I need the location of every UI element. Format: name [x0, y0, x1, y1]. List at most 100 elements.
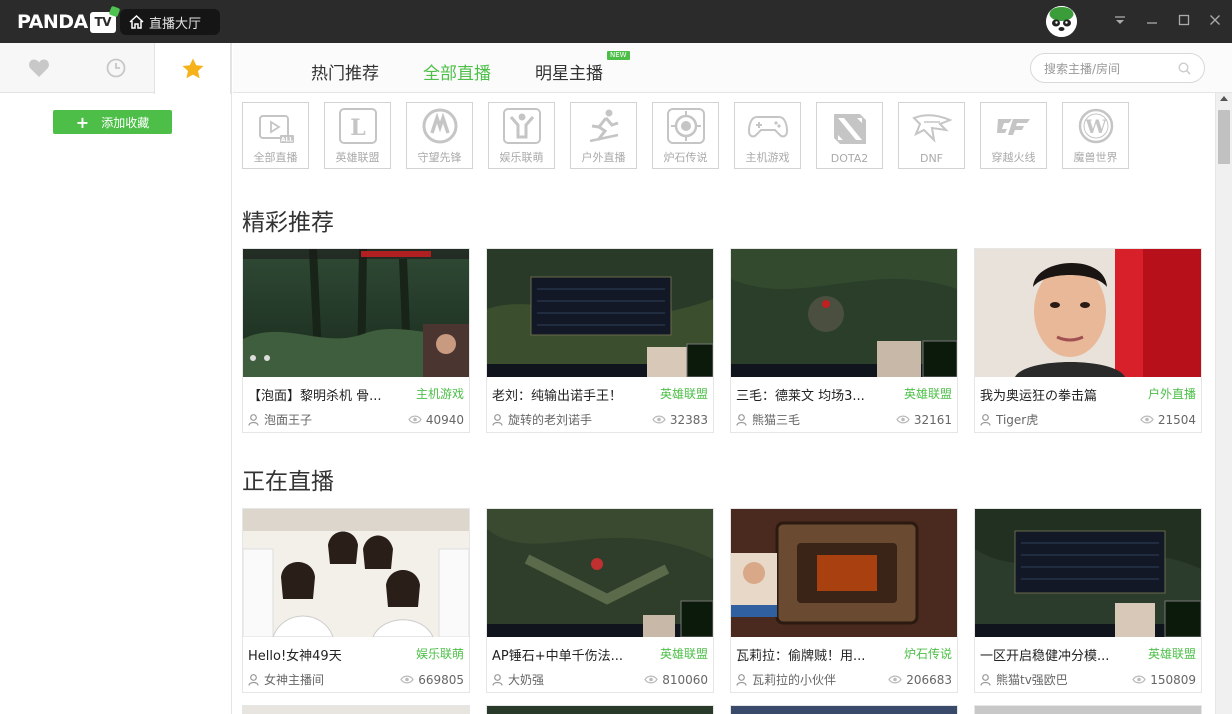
stream-card[interactable]: Hello!女神49天 娱乐联萌 女神主播间 669805 — [242, 508, 470, 693]
stream-category[interactable]: 娱乐联萌 — [416, 645, 464, 664]
stream-title: 瓦莉拉：偷牌贼！用... — [736, 649, 866, 664]
stream-thumbnail[interactable] — [975, 509, 1201, 637]
stream-title: 我为奥运狂の拳击篇 — [980, 389, 1098, 404]
stream-thumbnail[interactable] — [975, 249, 1201, 377]
stream-title: AP锤石+中单千伤法... — [492, 649, 624, 664]
view-count: 206683 — [906, 672, 952, 687]
stream-card-partial[interactable] — [242, 705, 470, 714]
user-icon — [980, 413, 991, 426]
category-overwatch[interactable]: 守望先锋 — [406, 102, 473, 169]
tab-hot-recommend[interactable]: 热门推荐 — [311, 59, 379, 84]
category-hearthstone[interactable]: 炉石传说 — [652, 102, 719, 169]
main-content: ALL 全部直播 L 英雄联盟 守望先锋 娱乐联萌 户外直播 炉石传说 主机游戏… — [233, 93, 1215, 714]
top-nav: 热门推荐 全部直播 明星主播 NEW 搜索主播/房间 — [233, 43, 1232, 93]
host-name: 熊猫tv强欧巴 — [996, 673, 1068, 687]
stream-thumbnail[interactable] — [487, 249, 713, 377]
sidebar-tab-favorites[interactable] — [0, 43, 77, 93]
stream-category[interactable]: 主机游戏 — [416, 385, 464, 404]
maximize-icon[interactable] — [1172, 8, 1196, 32]
category-outdoor[interactable]: 户外直播 — [570, 102, 637, 169]
stream-category[interactable]: 英雄联盟 — [660, 385, 708, 404]
category-dota2[interactable]: DOTA2 — [816, 102, 883, 169]
eye-icon — [1132, 675, 1146, 684]
live-hall-button[interactable]: 直播大厅 — [120, 9, 220, 35]
sidebar-tab-starred[interactable] — [154, 43, 231, 94]
host-name: 熊猫三毛 — [752, 413, 801, 427]
stream-category[interactable]: 英雄联盟 — [1148, 645, 1196, 664]
stream-card-partial[interactable] — [486, 705, 714, 714]
minimize-icon[interactable] — [1140, 8, 1164, 32]
plus-icon: + — [75, 112, 90, 132]
stream-category[interactable]: 户外直播 — [1148, 385, 1196, 404]
stream-title: 【泡面】黎明杀机 骨... — [248, 389, 382, 404]
view-count: 32383 — [669, 412, 708, 427]
stream-thumbnail[interactable] — [243, 509, 469, 637]
stream-card[interactable]: 【泡面】黎明杀机 骨... 主机游戏 泡面王子 40940 — [242, 248, 470, 433]
stream-card[interactable]: 三毛：德莱文 均场3... 英雄联盟 熊猫三毛 32161 — [730, 248, 958, 433]
vertical-scrollbar[interactable] — [1215, 93, 1232, 714]
stream-card-partial[interactable] — [974, 705, 1202, 714]
overwatch-icon — [422, 108, 457, 144]
stream-category[interactable]: 英雄联盟 — [904, 385, 952, 404]
stream-card[interactable]: 我为奥运狂の拳击篇 户外直播 Tiger虎 21504 — [974, 248, 1202, 433]
live-hall-label: 直播大厅 — [149, 16, 202, 32]
entertainment-icon — [502, 108, 541, 144]
view-count: 669805 — [418, 672, 464, 687]
user-icon — [980, 673, 991, 686]
search-icon[interactable] — [1178, 62, 1191, 75]
category-all-live[interactable]: ALL 全部直播 — [242, 102, 309, 169]
featured-card-row: 【泡面】黎明杀机 骨... 主机游戏 泡面王子 40940 老刘：纯输出诺手王！… — [242, 248, 1202, 433]
add-favorite-button[interactable]: + 添加收藏 — [53, 110, 172, 134]
sidebar-tab-history[interactable] — [77, 43, 154, 93]
view-count: 32161 — [913, 412, 952, 427]
panda-tv-logo[interactable]: PANDA TV — [17, 9, 116, 35]
tab-star-hosts[interactable]: 明星主播 — [535, 59, 603, 84]
stream-category[interactable]: 英雄联盟 — [660, 645, 708, 664]
category-crossfire[interactable]: 穿越火线 — [980, 102, 1047, 169]
stream-card[interactable]: 一区开启稳健冲分模... 英雄联盟 熊猫tv强欧巴 150809 — [974, 508, 1202, 693]
user-icon — [248, 413, 259, 426]
stream-card-partial[interactable] — [730, 705, 958, 714]
category-wow[interactable]: W 魔兽世界 — [1062, 102, 1129, 169]
category-label: 主机游戏 — [745, 151, 790, 164]
all-live-icon: ALL — [258, 115, 294, 144]
eye-icon — [408, 415, 422, 424]
stream-card[interactable]: 老刘：纯输出诺手王！ 英雄联盟 旋转的老刘诺手 32383 — [486, 248, 714, 433]
stream-title: 三毛：德莱文 均场3... — [736, 389, 865, 404]
category-label: 娱乐联萌 — [499, 151, 544, 164]
stream-thumbnail[interactable] — [731, 249, 957, 377]
stream-card[interactable]: AP锤石+中单千伤法... 英雄联盟 大奶强 810060 — [486, 508, 714, 693]
stream-title: 老刘：纯输出诺手王！ — [492, 389, 623, 404]
view-count: 21504 — [1157, 412, 1196, 427]
category-dnf[interactable]: DNF — [898, 102, 965, 169]
scroll-up-arrow[interactable] — [1220, 96, 1228, 101]
crossfire-icon — [996, 119, 1030, 135]
stream-thumbnail[interactable] — [731, 509, 957, 637]
all-badge: ALL — [280, 137, 292, 144]
stream-category[interactable]: 炉石传说 — [904, 645, 952, 664]
outdoor-icon — [589, 109, 618, 143]
eye-icon — [888, 675, 902, 684]
category-lol[interactable]: L 英雄联盟 — [324, 102, 391, 169]
stream-thumbnail[interactable] — [243, 249, 469, 377]
scroll-thumb[interactable] — [1218, 110, 1230, 164]
host-name: Tiger虎 — [996, 413, 1039, 427]
category-console[interactable]: 主机游戏 — [734, 102, 801, 169]
stream-card[interactable]: 瓦莉拉：偷牌贼！用... 炉石传说 瓦莉拉的小伙伴 206683 — [730, 508, 958, 693]
search-input[interactable]: 搜索主播/房间 — [1030, 53, 1205, 83]
hearthstone-icon — [666, 108, 705, 144]
close-icon[interactable] — [1203, 8, 1227, 32]
category-label: 户外直播 — [581, 151, 626, 164]
left-sidebar: + 添加收藏 — [0, 43, 232, 714]
dnf-icon — [911, 114, 953, 143]
eye-icon — [644, 675, 658, 684]
user-avatar[interactable] — [1046, 6, 1077, 37]
stream-thumbnail[interactable] — [487, 509, 713, 637]
menu-dropdown-icon[interactable] — [1108, 8, 1132, 32]
clock-icon — [106, 58, 125, 78]
lol-glyph: L — [350, 115, 365, 141]
category-label: 全部直播 — [253, 151, 298, 164]
live-section-title: 正在直播 — [242, 469, 334, 495]
category-entertainment[interactable]: 娱乐联萌 — [488, 102, 555, 169]
tab-all-live[interactable]: 全部直播 — [423, 59, 491, 84]
